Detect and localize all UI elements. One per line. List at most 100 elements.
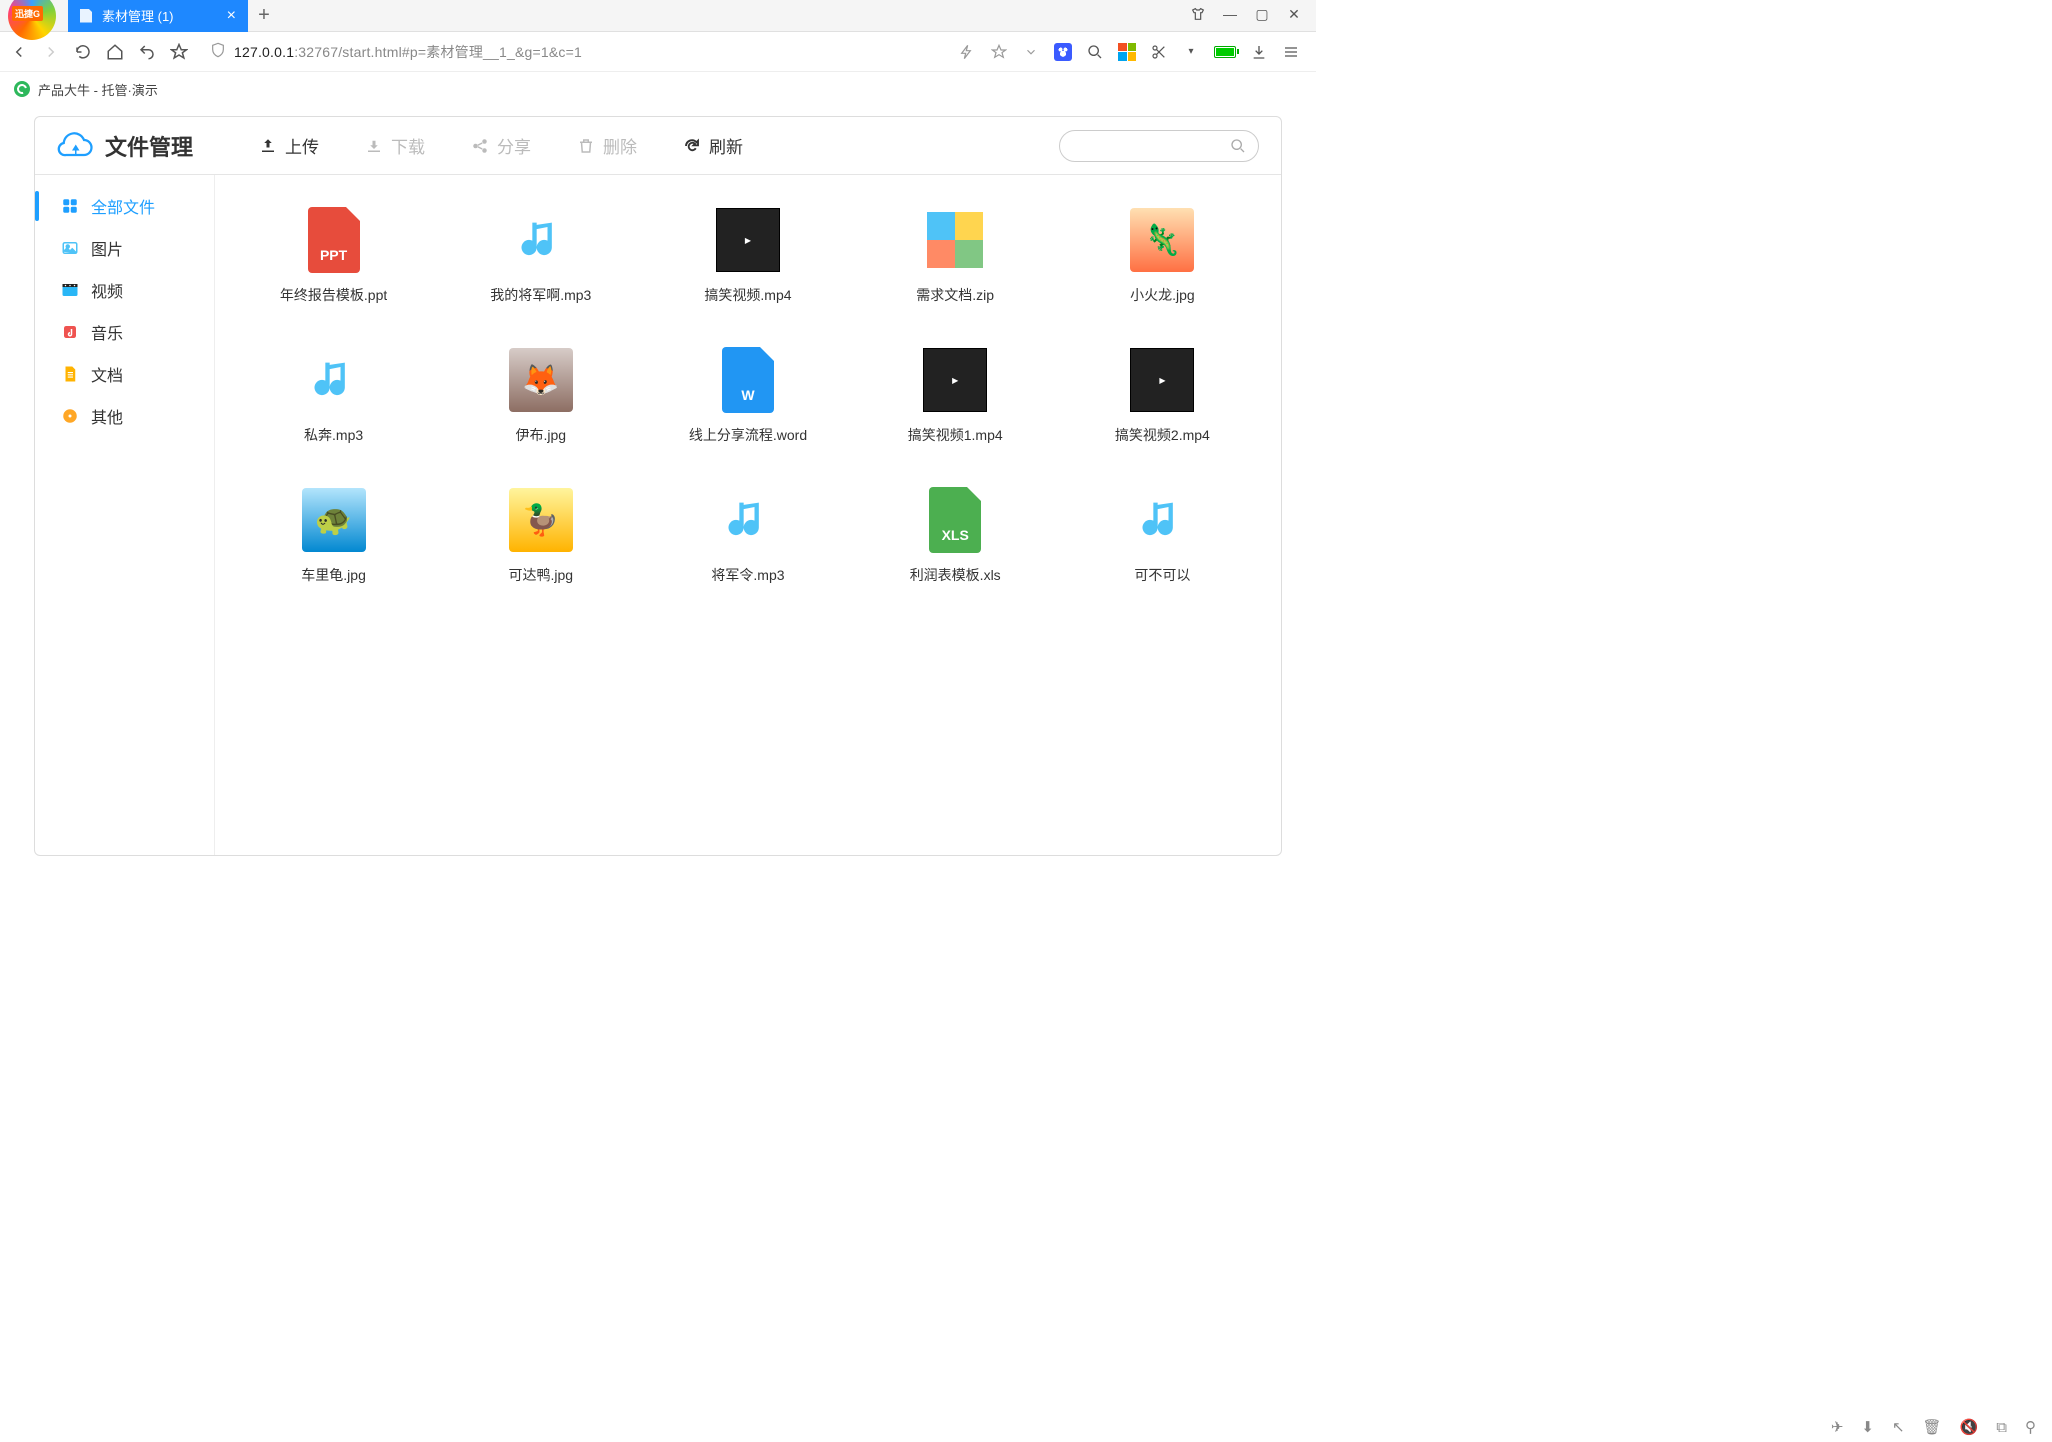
file-thumbnail: ▶ (1127, 345, 1197, 415)
search-input[interactable] (1059, 130, 1259, 162)
file-item[interactable]: PPT 年终报告模板.ppt (235, 205, 432, 305)
minimize-button[interactable]: ― (1222, 6, 1238, 25)
file-name: 将军令.mp3 (711, 565, 784, 585)
file-thumbnail (713, 485, 783, 555)
microsoft-icon[interactable] (1118, 43, 1136, 61)
file-name: 可达鸭.jpg (509, 565, 574, 585)
forward-button[interactable] (42, 43, 60, 61)
music-icon (61, 323, 79, 341)
file-thumbnail (506, 205, 576, 275)
disc-icon (61, 407, 79, 425)
download-button[interactable]: 下载 (365, 133, 425, 158)
status-rocket-icon[interactable]: ✈ (1831, 1418, 1844, 1436)
file-item[interactable]: 🦊 伊布.jpg (442, 345, 639, 445)
file-manager-panel: 文件管理 上传 下载 分享 删除 刷新 全部文件图片视频音乐文档其他 PPT 年终… (34, 116, 1282, 856)
status-pip-icon[interactable]: ⧉ (1996, 1419, 2007, 1436)
file-thumbnail (299, 345, 369, 415)
bookmark-star-button[interactable] (170, 43, 188, 61)
file-item[interactable]: 可不可以 (1064, 485, 1261, 585)
maximize-button[interactable]: ▢ (1254, 6, 1270, 25)
app-badge: 迅捷G (12, 6, 43, 21)
tab-close-icon[interactable]: × (227, 7, 236, 25)
lightning-icon[interactable] (958, 43, 976, 61)
scissors-icon[interactable] (1150, 43, 1168, 61)
file-item[interactable]: 私奔.mp3 (235, 345, 432, 445)
sidebar-item-image[interactable]: 图片 (35, 227, 214, 269)
bookmark-link[interactable]: 产品大牛 - 托管·演示 (38, 80, 158, 99)
file-name: 车里龟.jpg (301, 565, 366, 585)
file-item[interactable]: 🦆 可达鸭.jpg (442, 485, 639, 585)
sidebar-item-video[interactable]: 视频 (35, 269, 214, 311)
sidebar-item-doc[interactable]: 文档 (35, 353, 214, 395)
chevron-down-icon[interactable] (1022, 43, 1040, 61)
file-name: 搞笑视频1.mp4 (908, 425, 1003, 445)
sidebar-item-label: 其他 (91, 404, 123, 428)
browser-toolbar: 127.0.0.1:32767/start.html#p=素材管理__1_&g=… (0, 32, 1316, 72)
refresh-button[interactable]: 刷新 (683, 133, 743, 158)
status-trash-icon[interactable]: 🗑 (1923, 1418, 1942, 1436)
file-thumbnail: PPT (299, 205, 369, 275)
file-thumbnail: 🦊 (506, 345, 576, 415)
tab-title: 素材管理 (1) (102, 6, 217, 25)
status-zoom-icon[interactable]: ⚲ (2025, 1418, 2036, 1436)
menu-icon[interactable] (1282, 43, 1300, 61)
file-item[interactable]: 🐢 车里龟.jpg (235, 485, 432, 585)
favorite-icon[interactable] (990, 43, 1008, 61)
address-bar[interactable]: 127.0.0.1:32767/start.html#p=素材管理__1_&g=… (202, 42, 938, 62)
upload-button[interactable]: 上传 (259, 133, 319, 158)
sidebar-item-label: 文档 (91, 362, 123, 386)
file-item[interactable]: 需求文档.zip (857, 205, 1054, 305)
new-tab-button[interactable]: + (248, 4, 280, 27)
sidebar-item-grid[interactable]: 全部文件 (35, 185, 214, 227)
search-toolbar-icon[interactable] (1086, 43, 1104, 61)
status-mute-icon[interactable]: 🔇 (1960, 1418, 1979, 1436)
doc-icon (61, 365, 79, 383)
file-item[interactable]: 将军令.mp3 (649, 485, 846, 585)
file-thumbnail (920, 205, 990, 275)
grid-icon (61, 197, 79, 215)
close-window-button[interactable]: ✕ (1286, 6, 1302, 25)
image-icon (61, 239, 79, 257)
file-thumbnail: ▶ (920, 345, 990, 415)
dropdown-dot-icon[interactable]: ▾ (1182, 43, 1200, 61)
file-item[interactable]: 🦎小火龙.jpg (1064, 205, 1261, 305)
file-item[interactable]: ▶搞笑视频.mp4 (649, 205, 846, 305)
sidebar: 全部文件图片视频音乐文档其他 (35, 175, 215, 855)
tab-doc-icon (80, 9, 92, 23)
file-name: 利润表模板.xls (910, 565, 1001, 585)
file-name: 需求文档.zip (916, 285, 994, 305)
home-button[interactable] (106, 43, 124, 61)
tshirt-icon[interactable] (1190, 6, 1206, 25)
sidebar-item-music[interactable]: 音乐 (35, 311, 214, 353)
delete-button[interactable]: 删除 (577, 133, 637, 158)
undo-button[interactable] (138, 43, 156, 61)
file-name: 伊布.jpg (516, 425, 567, 445)
cloud-logo-icon (57, 128, 93, 164)
reload-button[interactable] (74, 43, 92, 61)
file-thumbnail (1127, 485, 1197, 555)
file-thumbnail: XLS (920, 485, 990, 555)
file-item[interactable]: ▶ 搞笑视频1.mp4 (857, 345, 1054, 445)
search-icon (1230, 138, 1246, 154)
browser-tab[interactable]: 素材管理 (1) × (68, 0, 248, 32)
download-icon[interactable] (1250, 43, 1268, 61)
bookmark-bar: 产品大牛 - 托管·演示 (0, 72, 1316, 106)
battery-icon[interactable] (1214, 46, 1236, 58)
file-thumbnail: 🦆 (506, 485, 576, 555)
file-item[interactable]: XLS 利润表模板.xls (857, 485, 1054, 585)
back-button[interactable] (10, 43, 28, 61)
file-name: 年终报告模板.ppt (280, 285, 387, 305)
file-item[interactable]: ▶ 搞笑视频2.mp4 (1064, 345, 1261, 445)
panel-title: 文件管理 (105, 130, 193, 162)
file-name: 可不可以 (1134, 565, 1190, 585)
status-cursor-icon[interactable]: ↖ (1892, 1418, 1905, 1436)
status-download-icon[interactable]: ⬇ (1861, 1418, 1874, 1436)
sidebar-item-disc[interactable]: 其他 (35, 395, 214, 437)
file-item[interactable]: 我的将军啊.mp3 (442, 205, 639, 305)
share-button[interactable]: 分享 (471, 133, 531, 158)
paw-icon[interactable] (1054, 43, 1072, 61)
file-item[interactable]: W线上分享流程.word (649, 345, 846, 445)
file-name: 搞笑视频2.mp4 (1115, 425, 1210, 445)
file-thumbnail: 🐢 (299, 485, 369, 555)
url-text: 127.0.0.1:32767/start.html#p=素材管理__1_&g=… (234, 42, 582, 62)
